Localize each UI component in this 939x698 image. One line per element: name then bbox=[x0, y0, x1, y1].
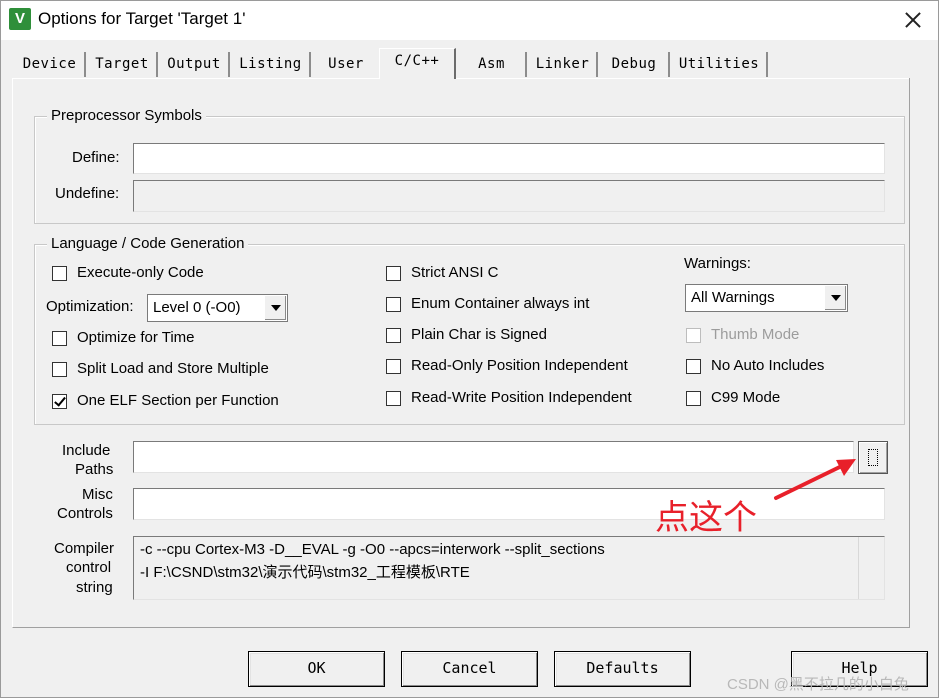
preprocessor-group-title: Preprocessor Symbols bbox=[47, 107, 206, 124]
compiler-label-3: string bbox=[76, 579, 113, 596]
warnings-label: Warnings: bbox=[684, 255, 751, 272]
chevron-down-icon[interactable] bbox=[824, 286, 846, 310]
enum-container-checkbox[interactable] bbox=[386, 297, 401, 312]
tab-listing[interactable]: Listing bbox=[232, 52, 311, 77]
tab-utilities[interactable]: Utilities bbox=[672, 52, 768, 77]
tab-output[interactable]: Output bbox=[160, 52, 230, 77]
compiler-line-1: -c --cpu Cortex-M3 -D__EVAL -g -O0 --apc… bbox=[140, 541, 605, 558]
misc-controls-label-2: Controls bbox=[57, 505, 113, 522]
warnings-value: All Warnings bbox=[691, 289, 775, 306]
no-auto-includes-checkbox[interactable] bbox=[686, 359, 701, 374]
execute-only-label: Execute-only Code bbox=[77, 264, 204, 281]
tab-asm[interactable]: Asm bbox=[458, 52, 527, 77]
rw-pi-checkbox[interactable] bbox=[386, 391, 401, 406]
undefine-input[interactable] bbox=[133, 180, 885, 212]
tab-user[interactable]: User bbox=[313, 52, 381, 77]
include-paths-label-1: Include bbox=[62, 442, 111, 459]
keil-app-icon: V bbox=[9, 8, 31, 30]
no-auto-includes-label: No Auto Includes bbox=[711, 357, 825, 374]
split-load-label: Split Load and Store Multiple bbox=[77, 360, 269, 377]
execute-only-checkbox[interactable] bbox=[52, 266, 67, 281]
warnings-select[interactable]: All Warnings bbox=[685, 284, 848, 312]
strict-ansi-label: Strict ANSI C bbox=[411, 264, 499, 281]
rw-pi-label: Read-Write Position Independent bbox=[411, 389, 632, 406]
optimize-time-label: Optimize for Time bbox=[77, 329, 195, 346]
thumb-mode-label: Thumb Mode bbox=[711, 326, 800, 343]
compiler-scrollbar[interactable] bbox=[858, 537, 884, 599]
compiler-label-2: control bbox=[66, 559, 112, 576]
annotation-arrow-icon bbox=[774, 459, 856, 500]
define-label: Define: bbox=[72, 149, 120, 166]
ro-pi-label: Read-Only Position Independent bbox=[411, 357, 628, 374]
plain-char-checkbox[interactable] bbox=[386, 328, 401, 343]
one-elf-label: One ELF Section per Function bbox=[77, 392, 279, 409]
one-elf-checkbox[interactable] bbox=[52, 394, 67, 409]
optimization-label: Optimization: bbox=[46, 298, 134, 315]
cancel-button[interactable]: Cancel bbox=[401, 651, 538, 687]
window-title: Options for Target 'Target 1' bbox=[38, 9, 246, 28]
c99-mode-label: C99 Mode bbox=[711, 389, 781, 406]
enum-container-label: Enum Container always int bbox=[411, 295, 590, 312]
plain-char-label: Plain Char is Signed bbox=[411, 326, 547, 343]
split-load-checkbox[interactable] bbox=[52, 362, 67, 377]
c99-mode-checkbox[interactable] bbox=[686, 391, 701, 406]
annotation-text: 点这个 bbox=[655, 498, 757, 538]
compiler-label-1: Compiler bbox=[54, 540, 115, 557]
thumb-mode-checkbox bbox=[686, 328, 701, 343]
ellipsis-icon bbox=[868, 449, 878, 466]
ro-pi-checkbox[interactable] bbox=[386, 359, 401, 374]
compiler-control-string[interactable]: -c --cpu Cortex-M3 -D__EVAL -g -O0 --apc… bbox=[133, 536, 885, 600]
optimization-value: Level 0 (-O0) bbox=[153, 299, 241, 316]
define-input[interactable] bbox=[133, 143, 885, 174]
watermark: CSDN @黑不拉几的小白兔 bbox=[727, 676, 909, 693]
optimize-time-checkbox[interactable] bbox=[52, 331, 67, 346]
undefine-label: Undefine: bbox=[55, 185, 120, 202]
compiler-line-2: -I F:\CSND\stm32\演示代码\stm32_工程模板\RTE bbox=[140, 564, 470, 581]
browse-include-paths-button[interactable] bbox=[858, 441, 888, 474]
tab-device[interactable]: Device bbox=[15, 52, 86, 77]
tab-debug[interactable]: Debug bbox=[600, 52, 670, 77]
include-paths-input[interactable] bbox=[133, 441, 854, 473]
ok-button[interactable]: OK bbox=[248, 651, 385, 687]
tab-linker[interactable]: Linker bbox=[529, 52, 598, 77]
include-paths-label-2: Paths bbox=[75, 461, 114, 478]
tab-target[interactable]: Target bbox=[88, 52, 158, 77]
strict-ansi-checkbox[interactable] bbox=[386, 266, 401, 281]
close-icon[interactable] bbox=[898, 5, 928, 35]
codegen-group-title: Language / Code Generation bbox=[47, 235, 249, 252]
chevron-down-icon[interactable] bbox=[264, 296, 286, 320]
misc-controls-label-1: Misc bbox=[82, 486, 113, 503]
tab-c-cpp[interactable]: C/C++ bbox=[379, 48, 456, 79]
defaults-button[interactable]: Defaults bbox=[554, 651, 691, 687]
optimization-select[interactable]: Level 0 (-O0) bbox=[147, 294, 288, 322]
